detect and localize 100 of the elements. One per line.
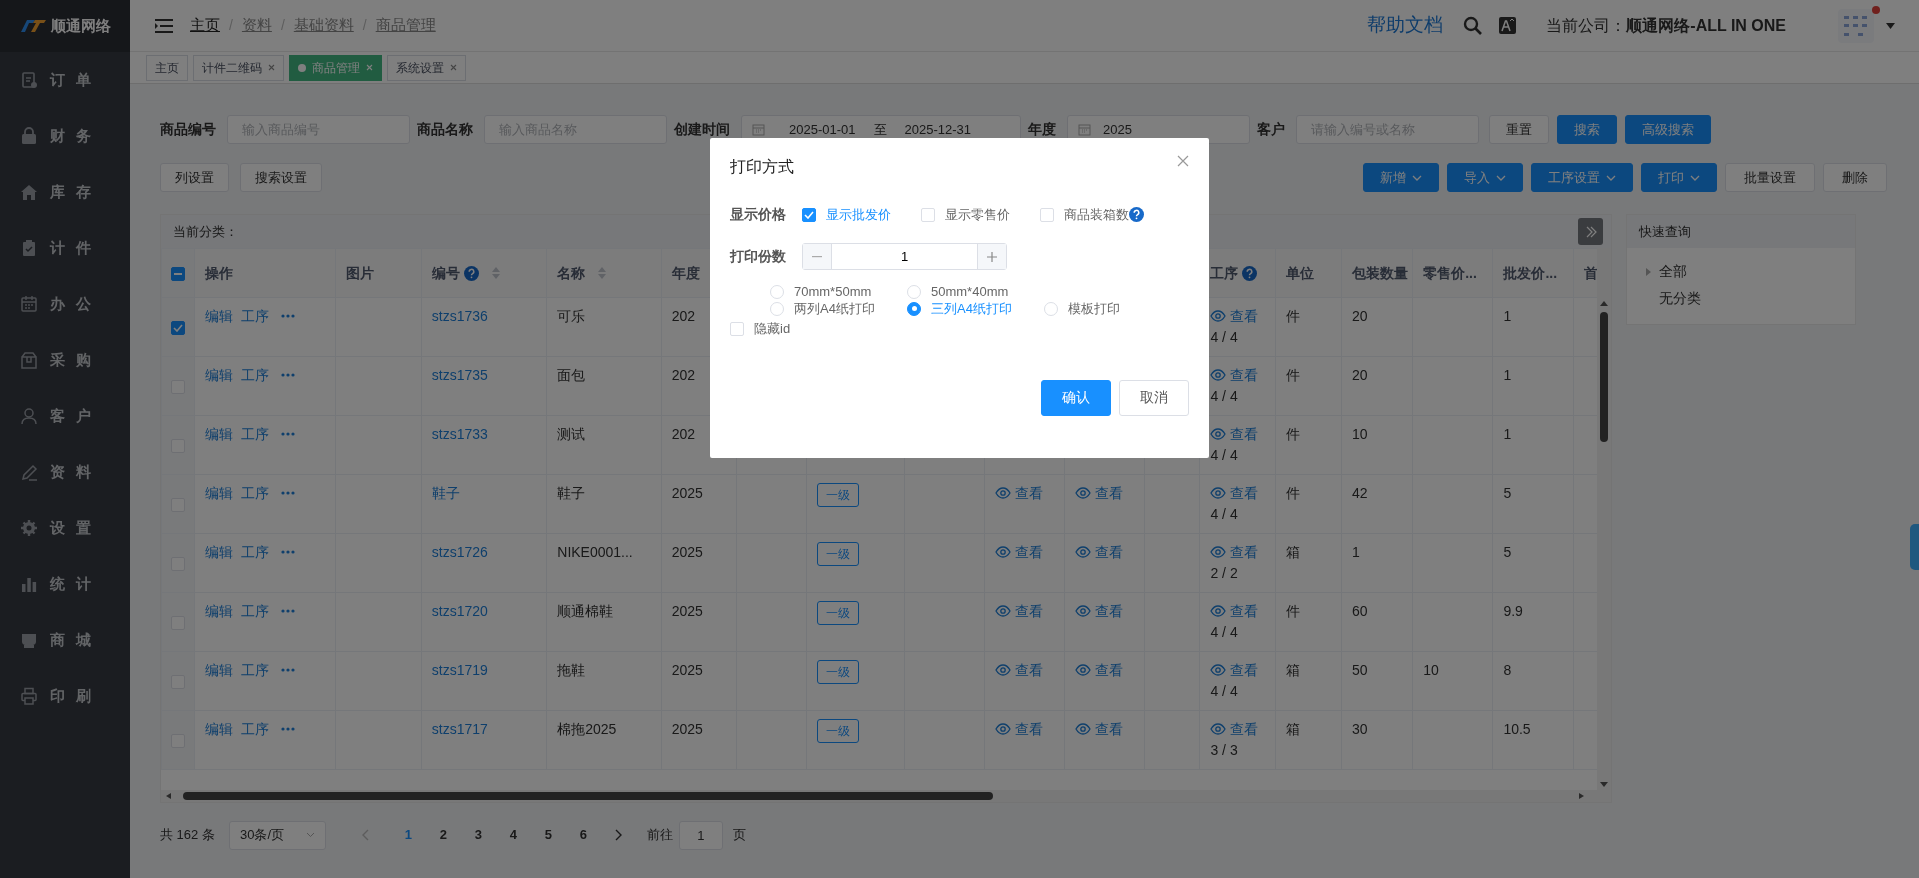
view-link[interactable]: 查看 xyxy=(1075,601,1123,621)
view-link[interactable]: 查看 xyxy=(1075,542,1123,562)
tab[interactable]: 计件二维码 xyxy=(193,54,284,81)
next-icon[interactable] xyxy=(614,829,623,841)
dropdown-button[interactable]: 打印 xyxy=(1641,163,1717,192)
view-link[interactable]: 查看 xyxy=(1075,483,1123,503)
checkbox[interactable] xyxy=(171,266,186,281)
more-icon[interactable] xyxy=(281,314,296,318)
more-icon[interactable] xyxy=(281,727,296,731)
scrollbar[interactable] xyxy=(161,790,1611,802)
page-size-select[interactable]: 30条/页 xyxy=(228,820,326,850)
action-link[interactable]: 编辑 xyxy=(205,306,234,326)
dropdown-button[interactable]: 导入 xyxy=(1447,163,1523,192)
breadcrumb-link[interactable]: 基础资料 xyxy=(293,14,354,37)
sort-icon[interactable] xyxy=(597,266,608,280)
sidebar-item[interactable]: 库存 xyxy=(0,164,130,220)
action-link[interactable]: 工序 xyxy=(241,306,270,326)
view-link[interactable]: 查看 xyxy=(1075,660,1123,680)
toolbar-button[interactable]: 批量设置 xyxy=(1725,163,1815,192)
toolbar-button[interactable]: 列设置 xyxy=(160,163,229,192)
search-icon[interactable] xyxy=(1463,15,1484,36)
action-link[interactable]: 工序 xyxy=(241,365,270,385)
dropdown-button[interactable]: 工序设置 xyxy=(1531,163,1633,192)
sidebar-item[interactable]: 办公 xyxy=(0,276,130,332)
more-icon[interactable] xyxy=(281,373,296,377)
breadcrumb-link[interactable]: 商品管理 xyxy=(375,14,436,37)
view-link[interactable]: 查看 xyxy=(1075,719,1123,739)
sort-icon[interactable] xyxy=(490,266,501,280)
product-code-link[interactable]: stzs1720 xyxy=(431,603,488,619)
plus-icon[interactable] xyxy=(987,251,997,262)
checkbox-option[interactable]: 显示零售价 xyxy=(921,204,1010,225)
page-number[interactable]: 2 xyxy=(425,824,461,846)
product-code-link[interactable]: 鞋子 xyxy=(431,485,460,501)
logo[interactable]: 顺通网络 xyxy=(0,0,130,52)
caret-icon[interactable] xyxy=(1886,22,1895,29)
close-icon[interactable] xyxy=(450,64,457,71)
tab[interactable]: 商品管理 xyxy=(289,54,382,81)
radio-option[interactable]: 两列A4纸打印 xyxy=(770,300,907,317)
action-link[interactable]: 工序 xyxy=(241,542,270,562)
toolbar-button[interactable]: 搜索设置 xyxy=(240,163,322,192)
cancel-button[interactable]: 取消 xyxy=(1119,379,1189,416)
help-icon[interactable] xyxy=(463,265,479,281)
tree-item[interactable]: 全部 xyxy=(1627,258,1855,285)
view-link[interactable]: 查看 xyxy=(1210,660,1259,680)
tab[interactable]: 主页 xyxy=(146,54,188,81)
action-link[interactable]: 编辑 xyxy=(205,542,234,562)
sidebar-item[interactable]: 计件 xyxy=(0,220,130,276)
product-code-link[interactable]: stzs1735 xyxy=(431,367,488,383)
product-code-link[interactable]: stzs1733 xyxy=(431,426,488,442)
product-code-link[interactable]: stzs1736 xyxy=(431,308,488,324)
action-link[interactable]: 编辑 xyxy=(205,601,234,621)
translate-icon[interactable] xyxy=(1499,17,1517,34)
help-link[interactable]: 帮助文档 xyxy=(1367,11,1444,40)
page-number[interactable]: 1 xyxy=(390,824,426,846)
side-handle[interactable] xyxy=(1910,524,1919,570)
sidebar-item[interactable]: 设置 xyxy=(0,500,130,556)
view-link[interactable]: 查看 xyxy=(1210,306,1259,326)
view-link[interactable]: 查看 xyxy=(1210,365,1259,385)
product-code-link[interactable]: stzs1726 xyxy=(431,544,488,560)
help-icon[interactable] xyxy=(1242,265,1258,281)
sidebar-item[interactable]: 财务 xyxy=(0,108,130,164)
action-link[interactable]: 编辑 xyxy=(205,424,234,444)
checkbox[interactable] xyxy=(802,207,816,222)
view-link[interactable]: 查看 xyxy=(1210,424,1259,444)
close-icon[interactable] xyxy=(1177,155,1189,167)
view-link[interactable]: 查看 xyxy=(1210,483,1259,503)
view-link[interactable]: 查看 xyxy=(1210,601,1259,621)
checkbox[interactable] xyxy=(171,321,186,336)
breadcrumb-link[interactable]: 资料 xyxy=(241,14,272,37)
product-code-link[interactable]: stzs1719 xyxy=(431,662,488,678)
search-button[interactable]: 高级搜索 xyxy=(1625,115,1711,144)
sidebar-item[interactable]: 客户 xyxy=(0,388,130,444)
checkbox-option[interactable]: 显示批发价 xyxy=(802,204,891,225)
collapse-button[interactable] xyxy=(1578,218,1603,245)
checkbox-option[interactable]: 隐藏id xyxy=(730,319,791,339)
search-button[interactable]: 搜索 xyxy=(1557,115,1617,144)
sidebar-item[interactable]: 采购 xyxy=(0,332,130,388)
product-code-link[interactable]: stzs1717 xyxy=(431,721,488,737)
action-link[interactable]: 编辑 xyxy=(205,719,234,739)
close-icon[interactable] xyxy=(268,64,275,71)
action-link[interactable]: 工序 xyxy=(241,660,270,680)
breadcrumb-link[interactable]: 主页 xyxy=(190,14,220,37)
minus-icon[interactable] xyxy=(812,255,822,258)
more-icon[interactable] xyxy=(281,550,296,554)
action-link[interactable]: 工序 xyxy=(241,601,270,621)
caret-icon[interactable] xyxy=(1645,267,1651,276)
more-icon[interactable] xyxy=(281,668,296,672)
confirm-button[interactable]: 确认 xyxy=(1041,379,1111,416)
page-input[interactable]: 1 xyxy=(678,820,723,850)
radio-option[interactable]: 70mm*50mm xyxy=(770,283,907,300)
tree-item[interactable]: 无分类 xyxy=(1627,285,1855,312)
toolbar-button[interactable]: 删除 xyxy=(1823,163,1887,192)
dropdown-button[interactable]: 新增 xyxy=(1363,163,1439,192)
sidebar-item[interactable]: 订单 xyxy=(0,52,130,108)
sidebar-item[interactable]: 资料 xyxy=(0,444,130,500)
checkbox-option[interactable]: 商品装箱数 xyxy=(1040,204,1144,225)
action-link[interactable]: 工序 xyxy=(241,424,270,444)
action-link[interactable]: 工序 xyxy=(241,719,270,739)
reset-button[interactable]: 重置 xyxy=(1489,115,1549,144)
sidebar-item[interactable]: 印刷 xyxy=(0,668,130,724)
